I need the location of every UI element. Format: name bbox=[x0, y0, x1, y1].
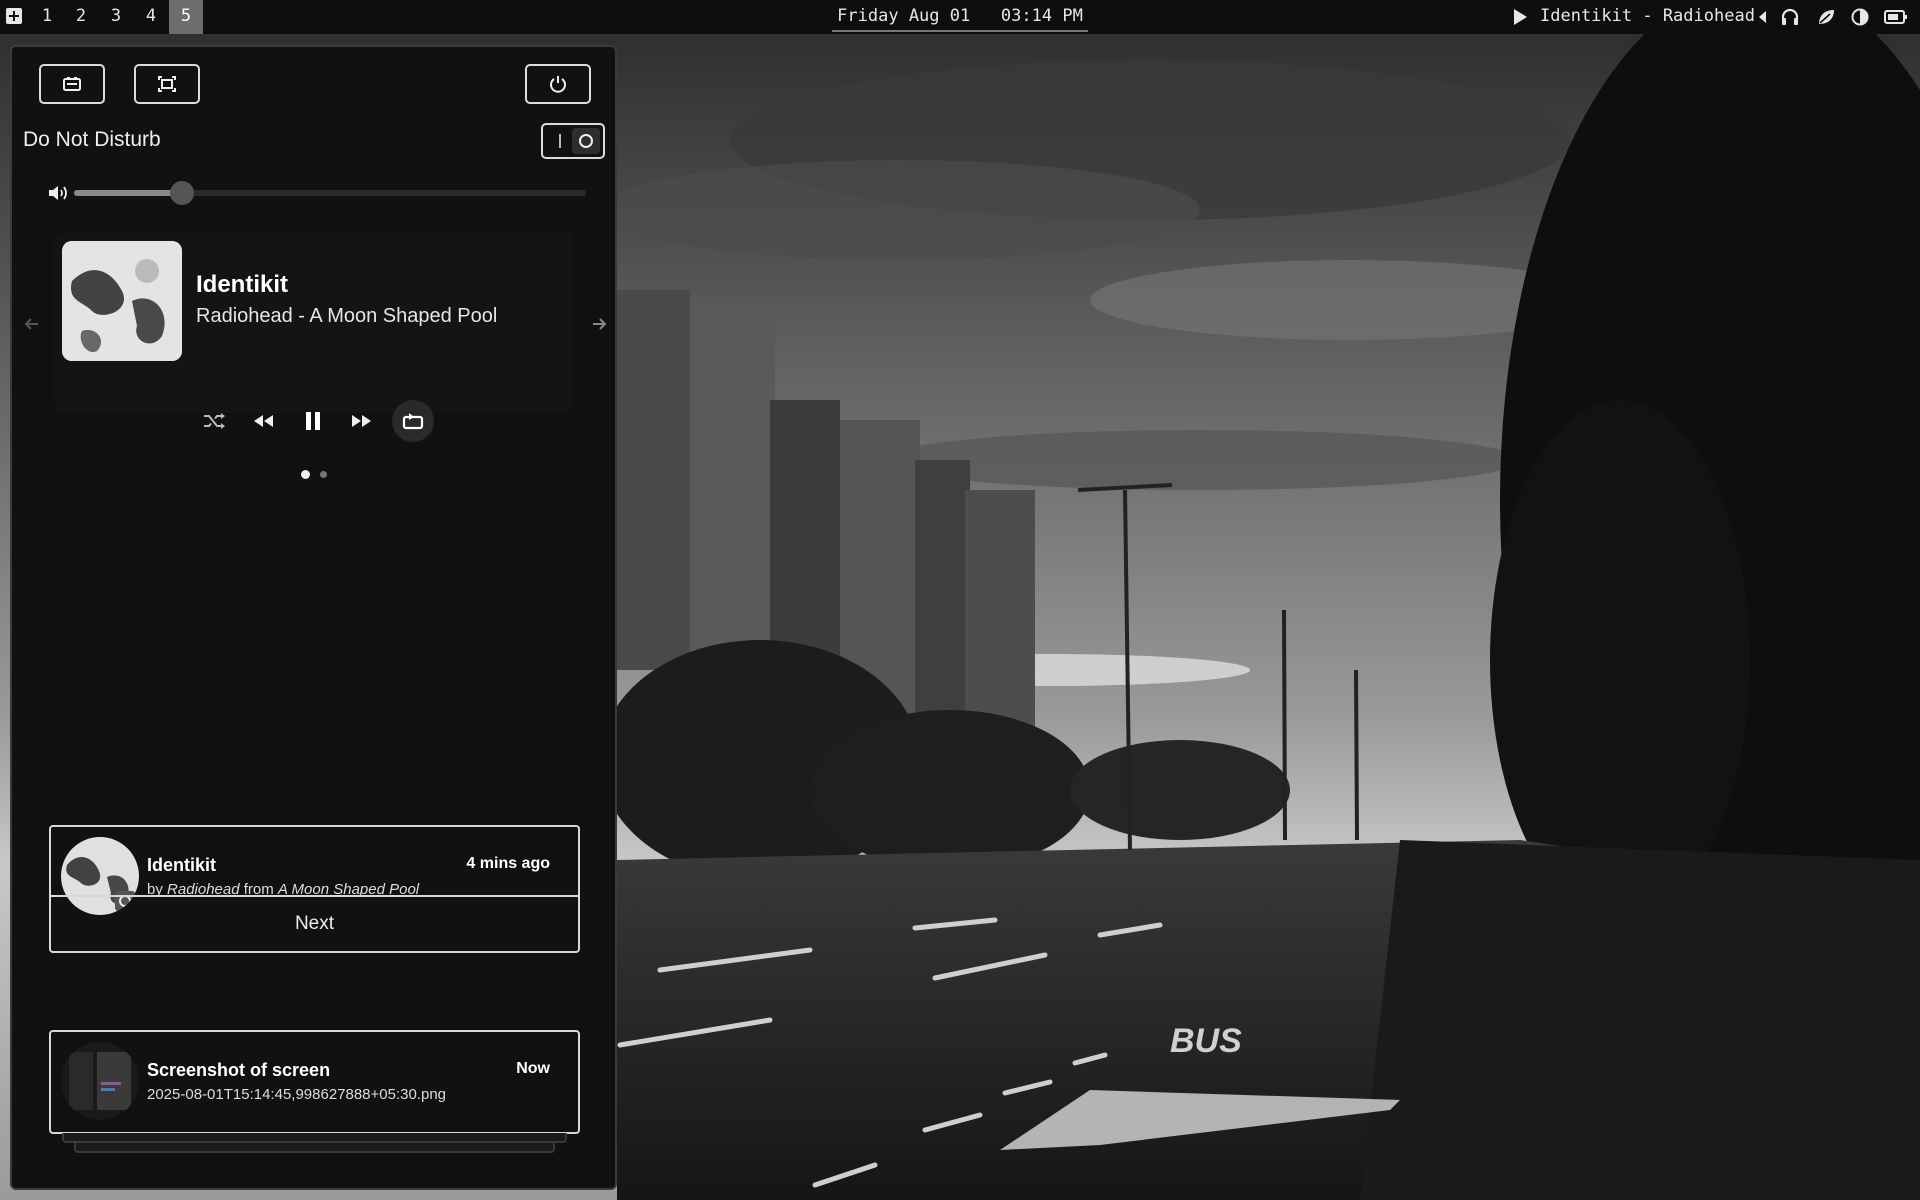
notification-music[interactable]: Identikit by Radiohead from A Moon Shape… bbox=[49, 825, 580, 953]
shuffle-button[interactable] bbox=[196, 403, 232, 439]
rewind-icon bbox=[254, 415, 273, 427]
repeat-icon bbox=[402, 413, 424, 430]
pause-button[interactable] bbox=[295, 403, 331, 439]
power-icon bbox=[550, 76, 566, 93]
notification-music-footer-spacer bbox=[49, 951, 580, 1033]
battery-icon[interactable] bbox=[1884, 7, 1908, 27]
pause-icon bbox=[306, 412, 320, 430]
app-launcher-icon[interactable] bbox=[4, 6, 24, 26]
screenshot-button[interactable] bbox=[134, 64, 200, 104]
screenshot-icon bbox=[158, 76, 176, 92]
notification-title: Screenshot of screen bbox=[147, 1060, 331, 1080]
svg-text:BUS: BUS bbox=[1170, 1022, 1242, 1060]
workspace-1[interactable]: 1 bbox=[30, 0, 64, 34]
media-page-dot-2[interactable] bbox=[320, 471, 327, 478]
toggle-knob bbox=[572, 128, 600, 154]
do-not-disturb-label: Do Not Disturb bbox=[23, 128, 161, 151]
workspace-4[interactable]: 4 bbox=[134, 0, 168, 34]
leaf-icon[interactable] bbox=[1816, 7, 1836, 27]
repeat-button[interactable] bbox=[392, 400, 434, 442]
notification-time: 4 mins ago bbox=[466, 855, 550, 872]
fast-forward-button[interactable] bbox=[344, 403, 380, 439]
notification-stack-edge bbox=[74, 1143, 555, 1153]
battery-saver-button[interactable] bbox=[39, 64, 105, 104]
chevron-left-icon[interactable] bbox=[1758, 11, 1768, 23]
toggle-off-mark bbox=[559, 134, 561, 148]
volume-slider[interactable] bbox=[74, 181, 586, 205]
media-prev-player-arrow-icon[interactable] bbox=[22, 314, 42, 334]
top-bar: 1 2 3 4 5 Friday Aug 01 03:14 PM Identik… bbox=[0, 0, 1920, 34]
shuffle-icon bbox=[204, 413, 225, 429]
notification-title: Identikit bbox=[147, 855, 217, 875]
notification-time: Now bbox=[516, 1060, 550, 1077]
rewind-button[interactable] bbox=[245, 403, 281, 439]
headphones-icon[interactable] bbox=[1780, 7, 1800, 27]
workspace-3[interactable]: 3 bbox=[99, 0, 133, 34]
power-button[interactable] bbox=[525, 64, 591, 104]
media-page-dot-1[interactable] bbox=[301, 470, 310, 479]
battery-saver-icon bbox=[63, 77, 81, 91]
notification-body: 2025-08-01T15:14:45,998627888+05:30.png bbox=[147, 1086, 447, 1103]
notification-screenshot-thumbnail bbox=[61, 1042, 139, 1120]
clock[interactable]: Friday Aug 01 03:14 PM bbox=[832, 0, 1088, 32]
track-artist-album: Radiohead - A Moon Shaped Pool bbox=[196, 305, 498, 327]
do-not-disturb-toggle[interactable] bbox=[541, 123, 605, 159]
album-art bbox=[62, 241, 182, 361]
workspace-2[interactable]: 2 bbox=[64, 0, 98, 34]
workspace-5[interactable]: 5 bbox=[169, 0, 203, 34]
fast-forward-icon bbox=[352, 415, 371, 427]
notification-next-button[interactable]: Next bbox=[51, 895, 578, 951]
track-title: Identikit bbox=[196, 271, 289, 298]
volume-icon[interactable] bbox=[47, 183, 69, 203]
quick-settings-sidebar: Do Not Disturb Identikit Radiohead - A M… bbox=[10, 45, 617, 1190]
notification-stack-edge bbox=[62, 1133, 567, 1143]
volume-slider-handle[interactable] bbox=[169, 181, 194, 205]
now-playing-label[interactable]: Identikit - Radiohead bbox=[1540, 0, 1755, 34]
play-icon[interactable] bbox=[1512, 8, 1528, 26]
notification-screenshot[interactable]: Screenshot of screen 2025-08-01T15:14:45… bbox=[49, 1030, 580, 1134]
volume-fill bbox=[74, 190, 182, 196]
contrast-icon[interactable] bbox=[1850, 7, 1870, 27]
media-next-player-arrow-icon[interactable] bbox=[589, 314, 609, 334]
